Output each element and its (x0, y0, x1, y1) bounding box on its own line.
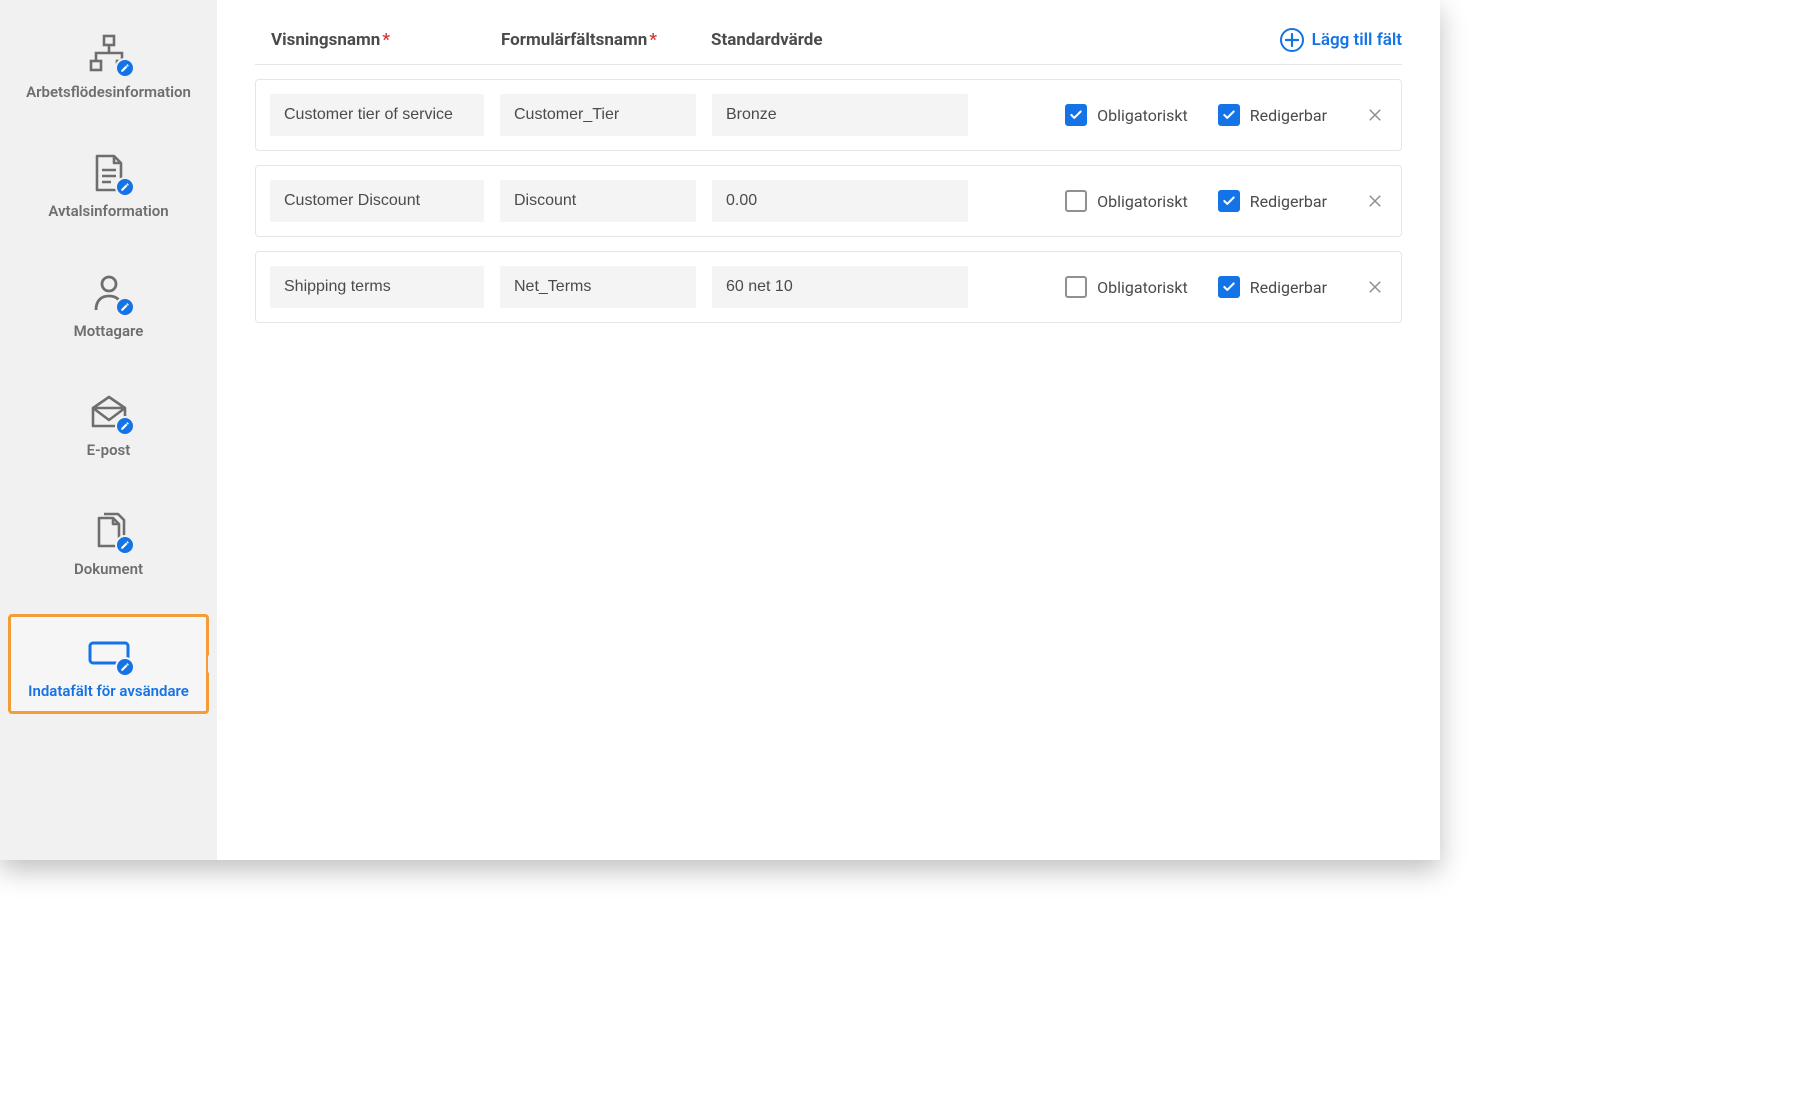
mandatory-label: Obligatoriskt (1097, 278, 1188, 297)
mandatory-checkbox[interactable] (1065, 276, 1087, 298)
sidebar-item-label: E-post (87, 442, 131, 459)
sidebar-item-agreement-info[interactable]: Avtalsinformation (0, 137, 217, 230)
header-default-value: Standardvärde (711, 30, 971, 50)
mandatory-label: Obligatoriskt (1097, 192, 1188, 211)
main-content: Visningsnamn* Formulärfältsnamn* Standar… (217, 0, 1440, 860)
header-display-name: Visningsnamn* (271, 30, 501, 50)
recipient-icon (81, 271, 137, 315)
mandatory-checkbox[interactable] (1065, 104, 1087, 126)
sidebar-item-workflow-info[interactable]: Arbetsflödesinformation (0, 18, 217, 111)
form-field-input[interactable] (500, 266, 696, 308)
editable-label: Redigerbar (1250, 192, 1327, 211)
mandatory-checkbox[interactable] (1065, 190, 1087, 212)
edit-badge-icon (115, 177, 135, 197)
edit-badge-icon (115, 657, 135, 677)
sidebar-item-email[interactable]: E-post (0, 376, 217, 469)
add-field-label: Lägg till fält (1312, 30, 1402, 50)
sidebar-item-label: Arbetsflödesinformation (26, 84, 191, 101)
add-field-button[interactable]: Lägg till fält (1280, 28, 1402, 52)
document-icon (81, 509, 137, 553)
delete-row-button[interactable] (1363, 189, 1387, 213)
display-name-input[interactable] (270, 180, 484, 222)
edit-badge-icon (115, 416, 135, 436)
editable-label: Redigerbar (1250, 106, 1327, 125)
workflow-icon (81, 32, 137, 76)
default-value-input[interactable] (712, 94, 968, 136)
edit-badge-icon (115, 58, 135, 78)
sidebar-item-label: Indatafält för avsändare (28, 683, 189, 700)
form-field-input[interactable] (500, 180, 696, 222)
columns-header: Visningsnamn* Formulärfältsnamn* Standar… (255, 28, 1402, 65)
display-name-input[interactable] (270, 266, 484, 308)
sidebar-item-sender-input-fields[interactable]: Indatafält för avsändare (8, 614, 209, 713)
app-shell: Arbetsflödesinformation Avtalsinformatio… (0, 0, 1440, 860)
edit-badge-icon (115, 535, 135, 555)
editable-checkbox[interactable] (1218, 104, 1240, 126)
sidebar-item-label: Avtalsinformation (48, 203, 168, 220)
default-value-input[interactable] (712, 180, 968, 222)
mandatory-label: Obligatoriskt (1097, 106, 1188, 125)
delete-row-button[interactable] (1363, 103, 1387, 127)
plus-circle-icon (1280, 28, 1304, 52)
editable-checkbox[interactable] (1218, 190, 1240, 212)
delete-row-button[interactable] (1363, 275, 1387, 299)
input-field-icon (81, 631, 137, 675)
sidebar: Arbetsflödesinformation Avtalsinformatio… (0, 0, 217, 860)
sidebar-item-documents[interactable]: Dokument (0, 495, 217, 588)
sidebar-item-label: Mottagare (74, 323, 144, 340)
form-field-input[interactable] (500, 94, 696, 136)
default-value-input[interactable] (712, 266, 968, 308)
edit-badge-icon (115, 297, 135, 317)
email-icon (81, 390, 137, 434)
sidebar-item-label: Dokument (74, 561, 143, 578)
field-row: Obligatoriskt Redigerbar (255, 251, 1402, 323)
editable-checkbox[interactable] (1218, 276, 1240, 298)
field-row: Obligatoriskt Redigerbar (255, 79, 1402, 151)
header-form-field-name: Formulärfältsnamn* (501, 30, 711, 50)
agreement-icon (81, 151, 137, 195)
field-row: Obligatoriskt Redigerbar (255, 165, 1402, 237)
sidebar-item-recipients[interactable]: Mottagare (0, 257, 217, 350)
display-name-input[interactable] (270, 94, 484, 136)
editable-label: Redigerbar (1250, 278, 1327, 297)
